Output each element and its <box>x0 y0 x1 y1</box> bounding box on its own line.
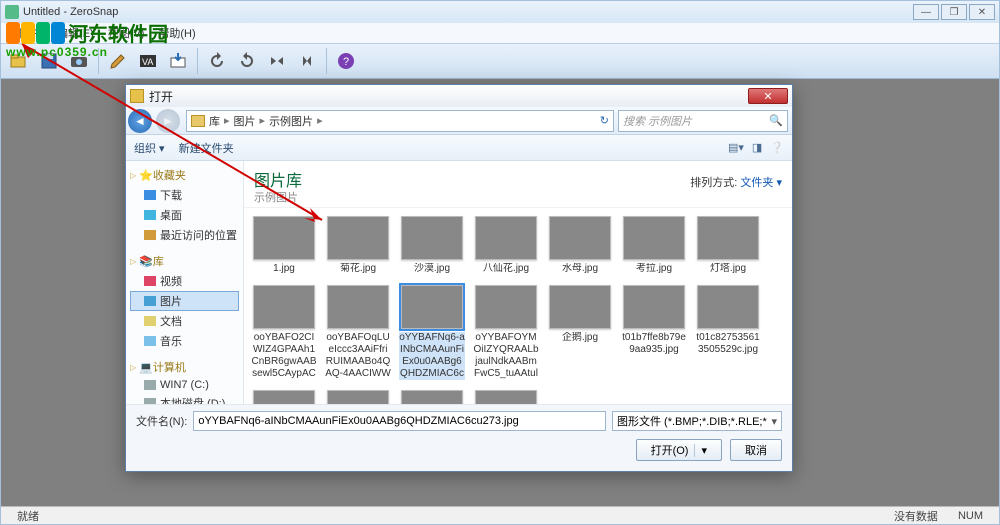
file-item[interactable] <box>472 390 540 404</box>
tool-rotate-right-icon[interactable] <box>233 47 261 75</box>
sidebar-item-downloads[interactable]: 下载 <box>130 185 239 205</box>
crumb-3[interactable]: 示例图片 <box>269 113 313 129</box>
file-item[interactable]: ooYBAFO2CIWIZ4GPAAh1CnBR6gwAABsewl5CAypA… <box>250 285 318 380</box>
view-options-icon[interactable]: ▤▾ <box>728 141 744 154</box>
filename-label: 文件名(N): <box>136 413 187 429</box>
file-item[interactable]: 企鹅.jpg <box>546 285 614 380</box>
folder-icon <box>191 115 205 127</box>
dialog-icon <box>130 89 144 103</box>
file-item[interactable]: 考拉.jpg <box>620 216 688 275</box>
search-placeholder: 搜索 示例图片 <box>623 113 692 129</box>
sidebar-libraries-header[interactable]: 📚 库 <box>130 253 239 269</box>
file-item[interactable] <box>250 390 318 404</box>
watermark-logo-icon <box>6 22 66 44</box>
file-item[interactable]: 灯塔.jpg <box>694 216 762 275</box>
tool-export-icon[interactable] <box>164 47 192 75</box>
dialog-close-button[interactable]: ✕ <box>748 88 788 104</box>
open-button[interactable]: 打开(O) <box>636 439 722 461</box>
filetype-filter[interactable]: 图形文件 (*.BMP;*.DIB;*.RLE;* <box>612 411 782 431</box>
file-item-selected[interactable]: oYYBAFNq6-aINbCMAAunFiEx0u0AABg6QHDZMIAC… <box>398 285 466 380</box>
maximize-button[interactable]: ❐ <box>941 4 967 20</box>
sidebar-item-documents[interactable]: 文档 <box>130 311 239 331</box>
close-button[interactable]: ✕ <box>969 4 995 20</box>
minimize-button[interactable]: — <box>913 4 939 20</box>
file-item[interactable]: oYYBAFOYMOiIZYQRAALbjaulNdkAABmFwC5_tuAA… <box>472 285 540 380</box>
crumb-2[interactable]: 图片 <box>234 113 256 129</box>
dialog-footer: 文件名(N): 图形文件 (*.BMP;*.DIB;*.RLE;* 打开(O) … <box>126 404 792 471</box>
dialog-main: 图片库 示例图片 排列方式: 文件夹 ▾ 1.jpg 菊花.jpg 沙漠.jpg… <box>244 161 792 404</box>
file-item[interactable]: t01c827535613505529c.jpg <box>694 285 762 380</box>
nav-back-button[interactable]: ◄ <box>128 109 152 133</box>
sidebar-item-pictures[interactable]: 图片 <box>130 291 239 311</box>
dialog-title: 打开 <box>149 88 173 105</box>
sidebar-item-music[interactable]: 音乐 <box>130 331 239 351</box>
app-icon <box>5 5 19 19</box>
sidebar-item-c[interactable]: WIN7 (C:) <box>130 377 239 393</box>
file-item[interactable] <box>324 390 392 404</box>
nav-forward-button[interactable]: ► <box>156 109 180 133</box>
cancel-button[interactable]: 取消 <box>730 439 782 461</box>
sidebar-item-recent[interactable]: 最近访问的位置 <box>130 225 239 245</box>
file-item[interactable]: 菊花.jpg <box>324 216 392 275</box>
dialog-navbar: ◄ ► 库▸ 图片▸ 示例图片▸ ↻ 搜索 示例图片 🔍 <box>126 107 792 135</box>
preview-pane-icon[interactable]: ◨ <box>752 141 762 154</box>
search-icon: 🔍 <box>769 114 783 127</box>
statusbar: 就绪 没有数据 NUM <box>1 506 999 524</box>
status-nodata: 没有数据 <box>884 508 948 524</box>
library-header: 图片库 示例图片 排列方式: 文件夹 ▾ <box>244 161 792 208</box>
help-icon[interactable]: ❔ <box>770 141 784 154</box>
window-title: Untitled - ZeroSnap <box>23 6 118 18</box>
svg-text:?: ? <box>343 56 349 68</box>
library-subtitle: 示例图片 <box>254 189 302 205</box>
file-item[interactable]: t01b7ffe8b79e9aa935.jpg <box>620 285 688 380</box>
tool-rotate-left-icon[interactable] <box>203 47 231 75</box>
dialog-titlebar: 打开 ✕ <box>126 85 792 107</box>
file-grid: 1.jpg 菊花.jpg 沙漠.jpg 八仙花.jpg 水母.jpg 考拉.jp… <box>244 208 792 404</box>
tool-flip-h-icon[interactable] <box>263 47 291 75</box>
sidebar-item-d[interactable]: 本地磁盘 (D:) <box>130 393 239 404</box>
watermark-url: www.pc0359.cn <box>6 45 168 59</box>
status-num: NUM <box>948 510 993 522</box>
library-title: 图片库 <box>254 167 302 191</box>
watermark: 河东软件园 www.pc0359.cn <box>6 18 168 59</box>
tool-flip-v-icon[interactable] <box>293 47 321 75</box>
file-item[interactable]: 1.jpg <box>250 216 318 275</box>
filename-input[interactable] <box>193 411 606 431</box>
dialog-toolbar: 组织 ▾ 新建文件夹 ▤▾ ◨ ❔ <box>126 135 792 161</box>
status-ready: 就绪 <box>7 508 49 524</box>
dialog-sidebar: ⭐ 收藏夹 下载 桌面 最近访问的位置 📚 库 视频 图片 文档 音乐 💻 计算… <box>126 161 244 404</box>
sidebar-item-desktop[interactable]: 桌面 <box>130 205 239 225</box>
file-item[interactable]: ooYBAFOqLUeIccc3AAiFfriRUIMAABo4QAQ-4AAC… <box>324 285 392 380</box>
organize-menu[interactable]: 组织 ▾ <box>134 140 165 156</box>
newfolder-button[interactable]: 新建文件夹 <box>179 140 234 156</box>
watermark-text: 河东软件园 <box>68 18 168 47</box>
open-dialog: 打开 ✕ ◄ ► 库▸ 图片▸ 示例图片▸ ↻ 搜索 示例图片 🔍 组织 ▾ 新… <box>125 84 793 472</box>
sidebar-computer-header[interactable]: 💻 计算机 <box>130 359 239 375</box>
file-item[interactable]: 水母.jpg <box>546 216 614 275</box>
file-item[interactable]: 八仙花.jpg <box>472 216 540 275</box>
arrange-label: 排列方式: <box>690 177 737 189</box>
arrange-dropdown[interactable]: 文件夹 ▾ <box>740 177 782 189</box>
refresh-icon[interactable]: ↻ <box>600 114 609 127</box>
sidebar-favorites-header[interactable]: ⭐ 收藏夹 <box>130 167 239 183</box>
tool-help-icon[interactable]: ? <box>332 47 360 75</box>
sidebar-item-videos[interactable]: 视频 <box>130 271 239 291</box>
breadcrumb[interactable]: 库▸ 图片▸ 示例图片▸ ↻ <box>186 110 614 132</box>
crumb-1[interactable]: 库 <box>209 113 220 129</box>
file-item[interactable] <box>398 390 466 404</box>
file-item[interactable]: 沙漠.jpg <box>398 216 466 275</box>
search-input[interactable]: 搜索 示例图片 🔍 <box>618 110 788 132</box>
